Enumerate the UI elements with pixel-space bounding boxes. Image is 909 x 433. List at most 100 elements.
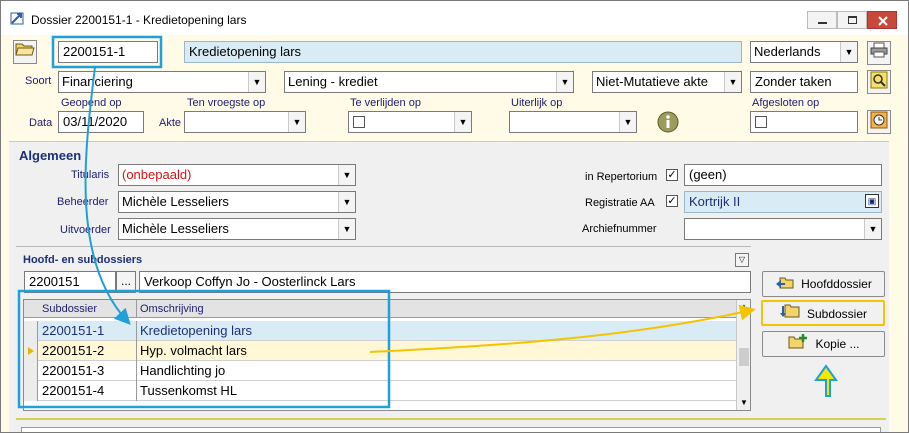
main-dossier-description[interactable]: Verkoop Coffyn Jo - Oosterlinck Lars — [139, 271, 751, 293]
chevron-down-icon[interactable]: ▼ — [248, 72, 265, 92]
column-separator — [136, 300, 137, 318]
column-header-omschrijving[interactable]: Omschrijving — [140, 303, 204, 315]
beheerder-value: Michèle Lesseliers — [122, 194, 229, 209]
column-separator — [136, 321, 137, 341]
task-field[interactable]: Zonder taken — [750, 71, 858, 93]
main-dossier-number[interactable]: 2200151 — [24, 271, 116, 293]
registratie-label: Registratie AA — [585, 197, 655, 209]
soort-label: Soort — [25, 75, 52, 87]
act-type-value: Niet-Mutatieve akte — [596, 74, 708, 89]
minimize-icon[interactable] — [807, 11, 837, 29]
search-icon[interactable] — [867, 70, 891, 94]
subdossier-description: Kredietopening lars — [140, 323, 253, 338]
uitvoerder-select[interactable]: Michèle Lesseliers ▼ — [118, 218, 356, 240]
registratie-value: Kortrijk II — [689, 194, 741, 209]
chevron-down-icon[interactable]: ▼ — [338, 192, 355, 212]
divider — [16, 246, 751, 247]
uitvoerder-value: Michèle Lesseliers — [122, 221, 229, 236]
print-icon[interactable] — [867, 41, 891, 65]
afgesloten-label: Afgesloten op — [752, 97, 820, 109]
language-value: Nederlands — [754, 44, 821, 59]
uiterlijk-label: Uiterlijk op — [511, 97, 563, 109]
column-separator — [136, 341, 137, 361]
folder-plus-icon — [787, 333, 809, 357]
subdossier-label: Subdossier — [806, 307, 868, 321]
scroll-up-icon[interactable]: ▲ — [740, 302, 748, 311]
repertorium-checkbox[interactable]: ✓ — [666, 169, 678, 181]
dossier-name-input[interactable]: Kredietopening lars — [184, 41, 742, 63]
subdossier-description: Hyp. volmacht lars — [140, 343, 247, 358]
maximize-icon[interactable] — [837, 11, 867, 29]
language-select[interactable]: Nederlands ▼ — [750, 41, 858, 63]
row-indicator — [24, 381, 38, 401]
bottom-divider — [16, 418, 886, 420]
archief-label: Archiefnummer — [582, 223, 657, 235]
clock-icon[interactable] — [867, 110, 891, 134]
folder-down-icon — [779, 303, 801, 327]
chevron-down-icon[interactable]: ▼ — [454, 112, 471, 132]
column-header-subdossier[interactable]: Subdossier — [42, 303, 97, 315]
te-verlijden-select[interactable]: ▼ — [348, 111, 472, 133]
beheerder-label: Beheerder — [57, 196, 109, 208]
registratie-checkbox[interactable]: ✓ — [666, 195, 678, 207]
hoofddossier-button[interactable]: Hoofddossier — [762, 271, 885, 297]
act-type-select[interactable]: Niet-Mutatieve akte ▼ — [592, 71, 742, 93]
window-title: Dossier 2200151-1 - Kredietopening lars — [31, 13, 247, 27]
subdossier-table: Subdossier Omschrijving 2200151-1 Kredie… — [23, 299, 751, 411]
geopend-op-label: Geopend op — [61, 97, 122, 109]
table-row[interactable]: 2200151-1 Kredietopening lars — [24, 321, 736, 341]
chevron-down-icon[interactable]: ▼ — [619, 112, 636, 132]
chevron-down-icon[interactable]: ▼ — [338, 165, 355, 185]
chevron-down-icon[interactable]: ▼ — [864, 219, 881, 239]
scroll-down-icon[interactable]: ▼ — [740, 398, 748, 407]
subdossier-button[interactable]: Subdossier — [761, 300, 885, 326]
kopie-label: Kopie ... — [815, 337, 860, 351]
registratie-field[interactable]: Kortrijk II ▣ — [684, 191, 882, 213]
hoofddossier-label: Hoofddossier — [801, 277, 872, 291]
titularis-select[interactable]: (onbepaald) ▼ — [118, 164, 356, 186]
table-row[interactable]: 2200151-2 Hyp. volmacht lars — [24, 341, 736, 361]
subdossier-number: 2200151-2 — [42, 343, 105, 358]
ten-vroegste-select[interactable]: ▼ — [184, 111, 306, 133]
chevron-down-icon[interactable]: ▼ — [288, 112, 305, 132]
beheerder-select[interactable]: Michèle Lesseliers ▼ — [118, 191, 356, 213]
chevron-down-icon[interactable]: ▼ — [724, 72, 741, 92]
soort-value: Financiering — [62, 74, 133, 89]
afgesloten-input[interactable] — [750, 111, 858, 133]
archief-select[interactable]: ▼ — [684, 218, 882, 240]
column-separator — [136, 361, 137, 381]
subtype-select[interactable]: Lening - krediet ▼ — [284, 71, 574, 93]
scroll-thumb[interactable] — [739, 348, 749, 366]
chevron-down-icon[interactable]: ▼ — [556, 72, 573, 92]
ten-vroegste-label: Ten vroegste op — [187, 97, 266, 109]
lookup-icon[interactable]: ▣ — [865, 194, 879, 208]
bottom-panel-edge — [21, 427, 881, 432]
repertorium-label: in Repertorium — [585, 171, 658, 183]
te-verlijden-checkbox[interactable] — [353, 116, 365, 128]
open-folder-icon[interactable] — [13, 40, 37, 64]
soort-select[interactable]: Financiering ▼ — [58, 71, 266, 93]
geopend-op-input[interactable]: 03/11/2020 — [58, 111, 144, 133]
repertorium-field[interactable]: (geen) — [684, 164, 882, 186]
subdossier-description: Handlichting jo — [140, 363, 226, 378]
table-row[interactable]: 2200151-3 Handlichting jo — [24, 361, 736, 381]
subdossier-number: 2200151-1 — [42, 323, 105, 338]
column-separator — [136, 381, 137, 401]
dossier-window: Dossier 2200151-1 - Kredietopening lars … — [0, 0, 909, 433]
afgesloten-checkbox[interactable] — [755, 116, 767, 128]
uiterlijk-select[interactable]: ▼ — [509, 111, 637, 133]
akte-label: Akte — [159, 117, 182, 129]
kopie-button[interactable]: Kopie ... — [762, 331, 885, 357]
subdossier-number: 2200151-4 — [42, 383, 105, 398]
collapse-icon[interactable]: ▽ — [735, 253, 749, 267]
close-icon[interactable] — [867, 11, 897, 29]
dossier-number-input[interactable]: 2200151-1 — [58, 41, 158, 63]
ellipsis-button[interactable]: ... — [116, 271, 136, 293]
chevron-down-icon[interactable]: ▼ — [338, 219, 355, 239]
table-row[interactable]: 2200151-4 Tussenkomst HL — [24, 381, 736, 401]
vertical-scrollbar[interactable]: ▲ ▼ — [736, 300, 750, 410]
titularis-label: Titularis — [71, 169, 110, 181]
info-icon[interactable] — [656, 110, 680, 134]
chevron-down-icon[interactable]: ▼ — [840, 42, 857, 62]
subdossiers-title: Hoofd- en subdossiers — [23, 254, 143, 266]
